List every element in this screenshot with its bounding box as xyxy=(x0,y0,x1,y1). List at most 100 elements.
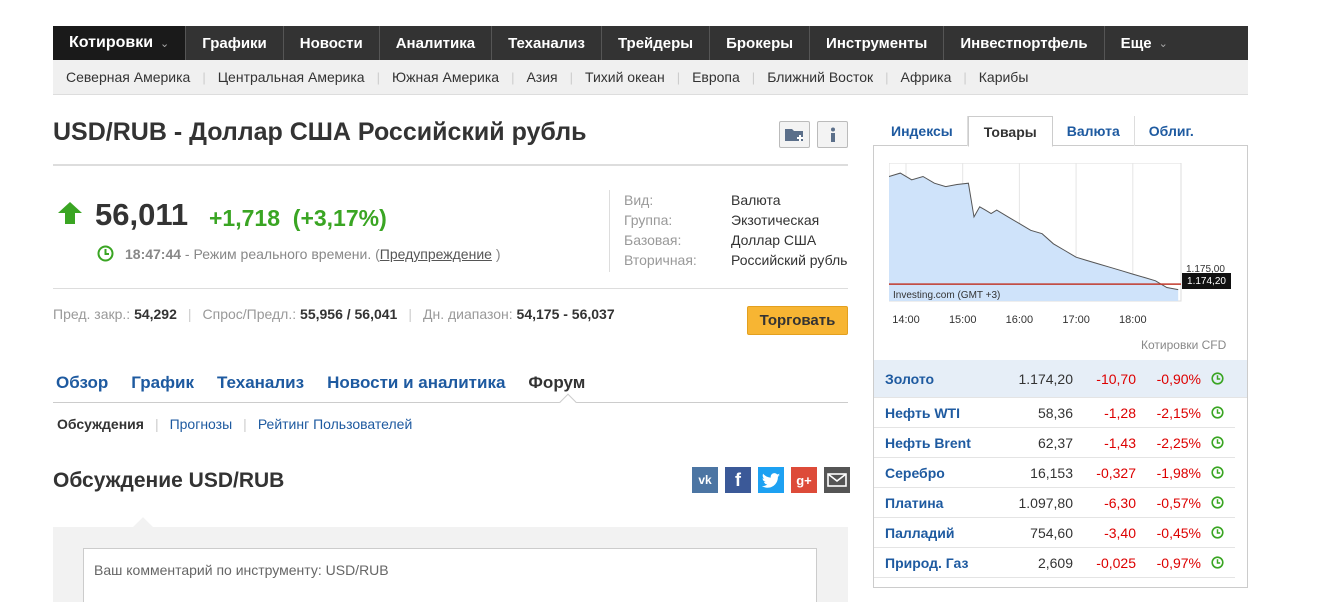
tab-forum[interactable]: Форум xyxy=(528,373,585,393)
nav-traders[interactable]: Трейдеры xyxy=(602,26,711,60)
nav-quotes[interactable]: Котировки ⌄ xyxy=(53,26,187,60)
realtime-status: 18:47:44 - Режим реального времени. (Пре… xyxy=(125,246,501,262)
commodity-name[interactable]: Платина xyxy=(874,495,1004,511)
commodity-last: 62,37 xyxy=(1037,434,1073,451)
nav-more[interactable]: Еще ⌄ xyxy=(1105,26,1184,60)
info-value: Доллар США xyxy=(731,232,817,248)
clock-icon xyxy=(1201,436,1233,449)
commodity-row[interactable]: Платина 1.097,80 -6,30 -0,57% xyxy=(874,488,1235,518)
commodity-last: 2,609 xyxy=(1037,554,1073,571)
commodity-name[interactable]: Серебро xyxy=(874,465,1004,481)
commodity-name[interactable]: Нефть Brent xyxy=(874,435,1004,451)
divider: | xyxy=(751,69,756,85)
commodity-change: -0,327 xyxy=(1096,464,1136,481)
region-caribbean[interactable]: Карибы xyxy=(979,69,1029,85)
tab-chart[interactable]: График xyxy=(131,373,194,393)
nav-analytics[interactable]: Аналитика xyxy=(380,26,493,60)
region-pacific[interactable]: Тихий океан xyxy=(585,69,665,85)
info-icon xyxy=(830,127,835,142)
commodity-row[interactable]: Нефть Brent 62,37 -1,43 -2,25% xyxy=(874,428,1235,458)
info-row: Группа: Экзотическая xyxy=(624,210,847,230)
add-to-portfolio-button[interactable] xyxy=(779,121,810,148)
commodity-name[interactable]: Природ. Газ xyxy=(874,555,1004,571)
facebook-icon[interactable]: f xyxy=(725,467,751,493)
tab-news-analytics[interactable]: Новости и аналитика xyxy=(327,373,505,393)
change-pct: (+3,17%) xyxy=(292,205,387,231)
region-africa[interactable]: Африка xyxy=(901,69,952,85)
divider: | xyxy=(154,416,159,432)
nav-tools[interactable]: Инструменты xyxy=(810,26,945,60)
region-central-america[interactable]: Центральная Америка xyxy=(218,69,365,85)
comment-input[interactable]: Ваш комментарий по инструменту: USD/RUB xyxy=(83,548,817,602)
google-plus-icon[interactable]: g+ xyxy=(791,467,817,493)
share-bar: vk f g+ xyxy=(692,467,850,493)
region-nav: Северная Америка | Центральная Америка | Ю… xyxy=(53,60,1248,95)
divider: | xyxy=(243,416,247,432)
divider: | xyxy=(963,69,967,85)
page-title: USD/RUB - Доллар США Российский рубль xyxy=(53,118,587,146)
commodity-name[interactable]: Палладий xyxy=(874,525,1004,541)
commodity-row[interactable]: Серебро 16,153 -0,327 -1,98% xyxy=(874,458,1235,488)
commodity-last: 1.174,20 xyxy=(1018,370,1074,387)
divider: | xyxy=(569,69,574,85)
info-value: Экзотическая xyxy=(731,212,820,228)
x-tick-label: 15:00 xyxy=(949,314,977,326)
commodity-last: 58,36 xyxy=(1037,404,1073,421)
widget-tab-bonds[interactable]: Облиг. xyxy=(1135,116,1208,146)
clock-icon xyxy=(1201,372,1233,385)
commodity-change-pct: -2,15% xyxy=(1156,404,1201,421)
divider: | xyxy=(187,306,192,322)
chart-x-axis: 14:00 15:00 16:00 17:00 18:00 xyxy=(892,314,1146,326)
nav-news[interactable]: Новости xyxy=(284,26,380,60)
nav-tech-analysis[interactable]: Теханализ xyxy=(492,26,602,60)
commodity-row[interactable]: Нефть WTI 58,36 -1,28 -2,15% xyxy=(874,398,1235,428)
subtab-forecasts[interactable]: Прогнозы xyxy=(170,416,233,432)
tab-overview[interactable]: Обзор xyxy=(56,373,108,393)
region-north-america[interactable]: Северная Америка xyxy=(66,69,190,85)
commodity-row[interactable]: Природ. Газ 2,609 -0,025 -0,97% xyxy=(874,548,1235,578)
region-europe[interactable]: Европа xyxy=(692,69,740,85)
trade-button[interactable]: Торговать xyxy=(747,306,848,335)
nav-portfolio[interactable]: Инвестпортфель xyxy=(944,26,1105,60)
envelope-glyph xyxy=(827,473,847,487)
market-widget-tabs: Индексы Товары Валюта Облиг. xyxy=(873,116,1248,147)
commodity-change: -1,43 xyxy=(1104,434,1136,451)
commodity-change-pct: -2,25% xyxy=(1156,434,1201,451)
commodity-name[interactable]: Золото xyxy=(874,371,1004,387)
section-tabs: Обзор График Теханализ Новости и аналити… xyxy=(56,373,608,393)
commodity-change: -10,70 xyxy=(1096,370,1136,387)
commodity-name[interactable]: Нефть WTI xyxy=(874,405,1004,421)
region-asia[interactable]: Азия xyxy=(526,69,557,85)
x-tick-label: 14:00 xyxy=(892,314,920,326)
clock-icon xyxy=(1201,406,1233,419)
commodity-change-pct: -1,98% xyxy=(1156,464,1201,481)
vk-icon[interactable]: vk xyxy=(692,467,718,493)
widget-tab-commodities[interactable]: Товары xyxy=(967,116,1053,147)
cfd-label: Котировки CFD xyxy=(1141,338,1227,352)
widget-tab-indices[interactable]: Индексы xyxy=(873,116,968,146)
commodity-row[interactable]: Палладий 754,60 -3,40 -0,45% xyxy=(874,518,1235,548)
price-change: +1,718 (+3,17%) xyxy=(209,205,387,232)
commodity-row[interactable]: Золото 1.174,20 -10,70 -0,90% xyxy=(874,360,1247,398)
region-middle-east[interactable]: Ближний Восток xyxy=(767,69,873,85)
top-nav: Котировки ⌄ Графики Новости Аналитика Тех… xyxy=(53,26,1248,60)
last-price: 56,011 xyxy=(95,197,189,232)
region-south-america[interactable]: Южная Америка xyxy=(392,69,499,85)
chevron-down-icon: ⌄ xyxy=(1158,37,1168,50)
info-button[interactable] xyxy=(817,121,848,148)
info-value: Валюта xyxy=(731,192,781,208)
nav-charts[interactable]: Графики xyxy=(186,26,284,60)
nav-brokers[interactable]: Брокеры xyxy=(710,26,811,60)
tab-tech-analysis[interactable]: Теханализ xyxy=(217,373,304,393)
clock-icon xyxy=(1201,496,1233,509)
realtime-text: - Режим реального времени. ( xyxy=(181,246,380,262)
warning-link[interactable]: Предупреждение xyxy=(380,246,492,262)
subtab-user-rating[interactable]: Рейтинг Пользователей xyxy=(258,416,412,432)
clock-icon xyxy=(97,245,114,262)
twitter-icon[interactable] xyxy=(758,467,784,493)
commodity-change-pct: -0,57% xyxy=(1156,494,1201,511)
email-icon[interactable] xyxy=(824,467,850,493)
widget-tab-currencies[interactable]: Валюта xyxy=(1053,116,1135,146)
subtab-discussions[interactable]: Обсуждения xyxy=(57,416,144,432)
info-value: Российский рубль xyxy=(731,252,848,268)
